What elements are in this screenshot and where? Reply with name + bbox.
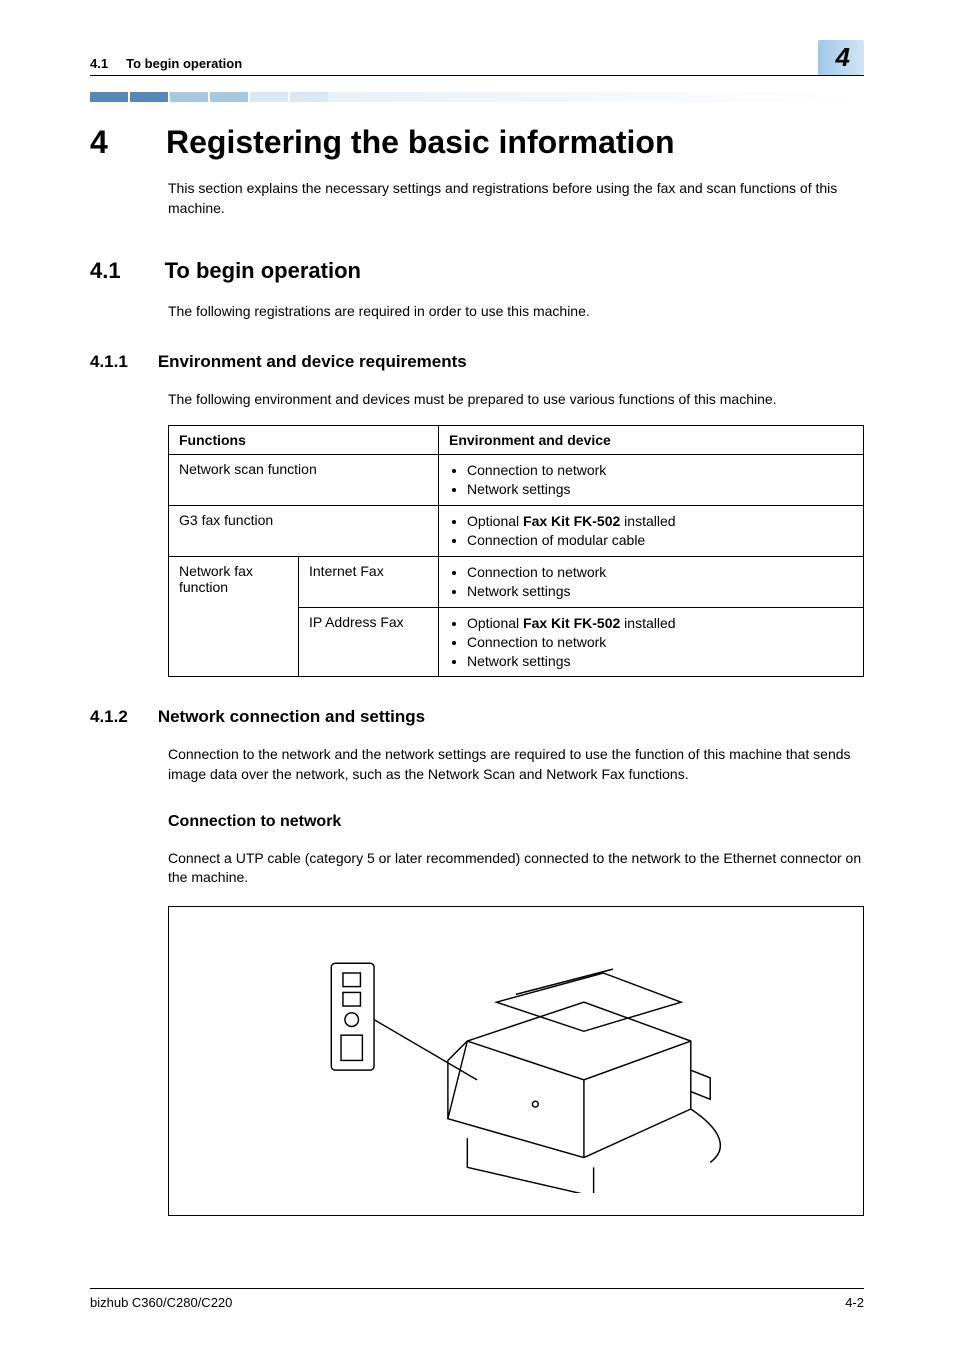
table-row: G3 fax function Optional Fax Kit FK-502 … [169, 506, 864, 557]
cell-sub: IP Address Fax [299, 607, 439, 677]
section-4-1-2-title: Network connection and settings [158, 707, 425, 727]
cell-func: G3 fax function [169, 506, 439, 557]
env-item: Network settings [467, 480, 853, 499]
footer-model: bizhub C360/C280/C220 [90, 1295, 232, 1310]
section-4-1-2-heading: 4.1.2 Network connection and settings [90, 707, 864, 727]
table-row: Network fax function Internet Fax Connec… [169, 556, 864, 607]
env-item: Network settings [467, 652, 853, 671]
chapter-number: 4 [90, 124, 118, 161]
printer-illustration-icon [273, 928, 759, 1193]
section-4-1-intro: The following registrations are required… [168, 302, 864, 322]
printer-figure [168, 906, 864, 1216]
connection-subhead: Connection to network [168, 813, 864, 831]
table-head-env: Environment and device [439, 426, 864, 455]
header-section-title: To begin operation [126, 56, 242, 71]
section-4-1-2-intro: Connection to the network and the networ… [168, 745, 864, 784]
table-row: Network scan function Connection to netw… [169, 455, 864, 506]
page-footer: bizhub C360/C280/C220 4-2 [90, 1288, 864, 1310]
section-4-1-1-intro: The following environment and devices mu… [168, 390, 864, 410]
env-item: Connection to network [467, 633, 853, 652]
connection-para: Connect a UTP cable (category 5 or later… [168, 849, 864, 888]
chapter-heading: 4 Registering the basic information [90, 124, 864, 161]
cell-env: Optional Fax Kit FK-502 installed Connec… [439, 506, 864, 557]
env-item: Optional Fax Kit FK-502 installed [467, 614, 853, 633]
cell-func: Network fax function [169, 556, 299, 676]
env-item: Network settings [467, 582, 853, 601]
chapter-title: Registering the basic information [166, 124, 675, 161]
section-4-1-1-number: 4.1.1 [90, 352, 128, 372]
cell-env: Optional Fax Kit FK-502 installed Connec… [439, 607, 864, 677]
chapter-intro: This section explains the necessary sett… [168, 179, 864, 218]
cell-env: Connection to network Network settings [439, 556, 864, 607]
cell-sub: Internet Fax [299, 556, 439, 607]
env-item: Connection to network [467, 563, 853, 582]
decorative-bar [90, 92, 864, 102]
footer-page: 4-2 [845, 1295, 864, 1310]
env-item: Connection to network [467, 461, 853, 480]
section-4-1-number: 4.1 [90, 258, 121, 284]
section-4-1-2-number: 4.1.2 [90, 707, 128, 727]
section-4-1-1-heading: 4.1.1 Environment and device requirement… [90, 352, 864, 372]
requirements-table: Functions Environment and device Network… [168, 425, 864, 677]
cell-env: Connection to network Network settings [439, 455, 864, 506]
section-4-1-1-title: Environment and device requirements [158, 352, 467, 372]
cell-func: Network scan function [169, 455, 439, 506]
env-item: Optional Fax Kit FK-502 installed [467, 512, 853, 531]
chapter-badge: 4 [818, 40, 864, 75]
env-item: Connection of modular cable [467, 531, 853, 550]
header-section-number: 4.1 [90, 56, 108, 71]
section-4-1-title: To begin operation [165, 258, 361, 284]
page-header: 4.1 To begin operation 4 [90, 40, 864, 76]
table-head-functions: Functions [169, 426, 439, 455]
header-left: 4.1 To begin operation [90, 56, 242, 71]
section-4-1-heading: 4.1 To begin operation [90, 258, 864, 284]
